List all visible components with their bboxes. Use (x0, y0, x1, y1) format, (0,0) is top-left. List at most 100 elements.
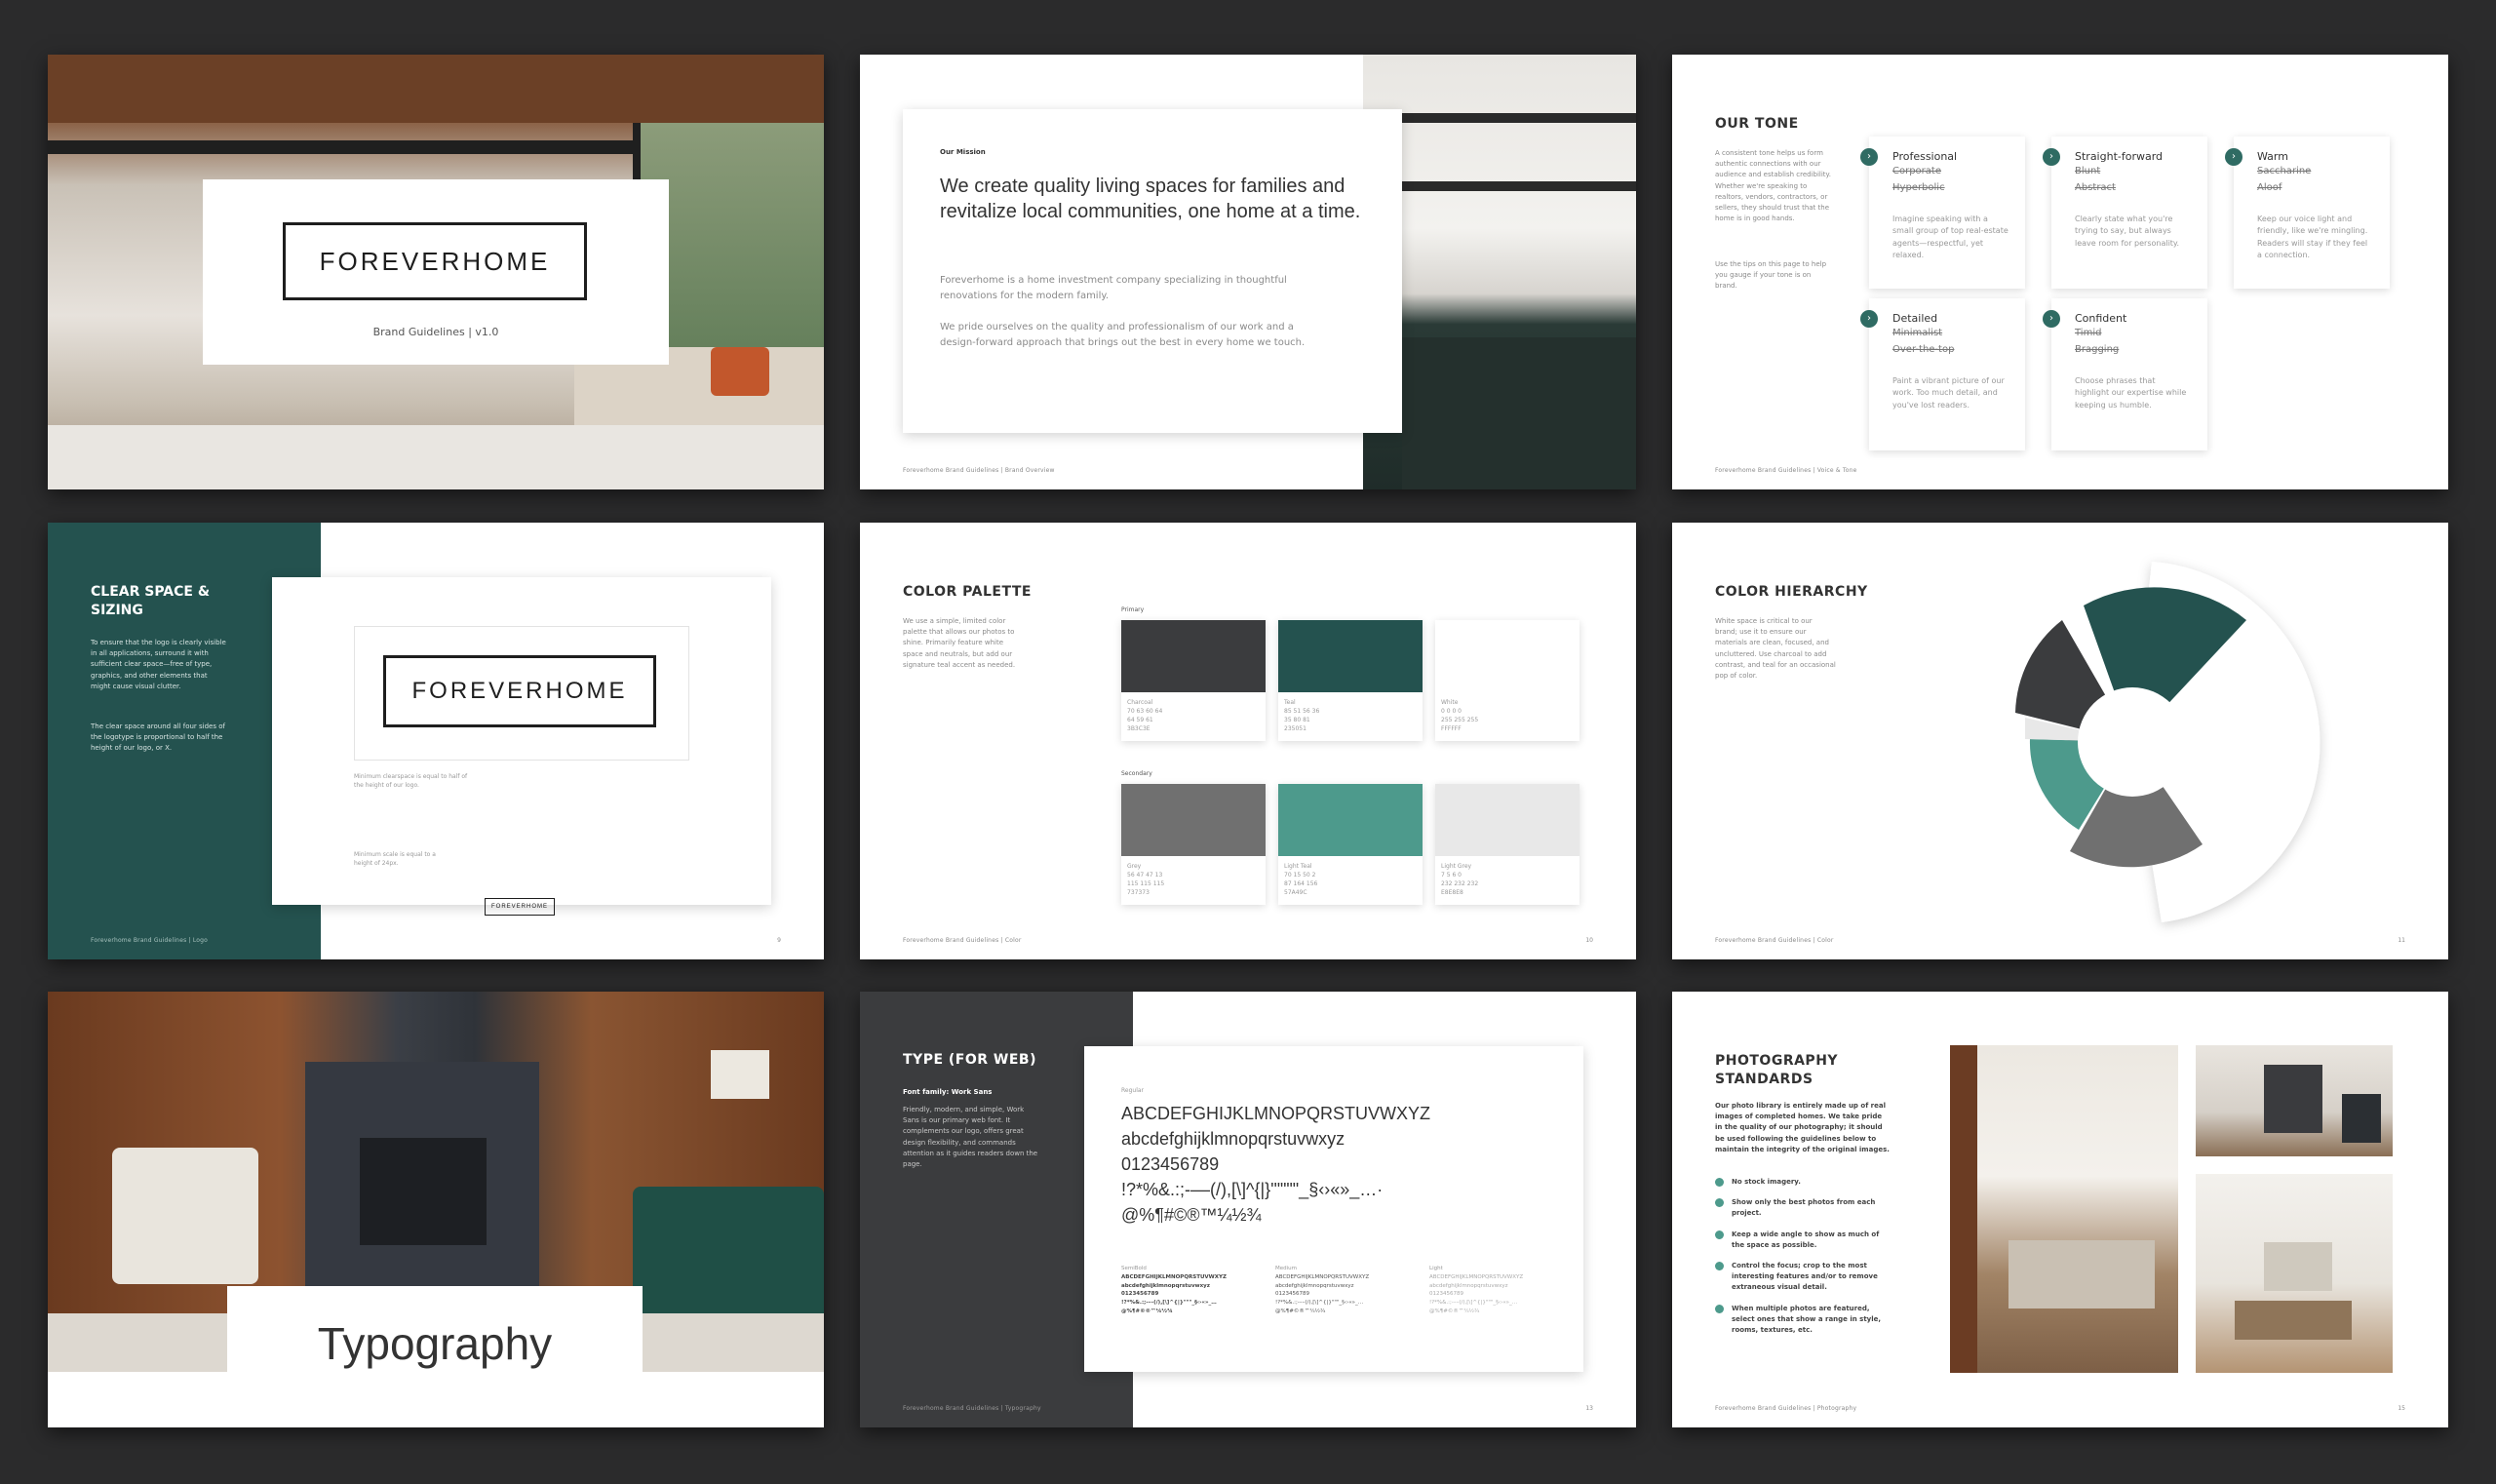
swatch-values: 255 255 255 (1441, 717, 1479, 723)
tone-strike: Blunt (2075, 166, 2101, 176)
list-item: When multiple photos are featured, selec… (1715, 1304, 1891, 1337)
section-title: TYPE (FOR WEB) (903, 1052, 1036, 1068)
swatch-values: 0 0 0 0 (1441, 708, 1462, 715)
rule-text: Show only the best photos from each proj… (1732, 1198, 1876, 1218)
swatch-values: 56 47 47 13 (1127, 872, 1163, 879)
weight-light: Light ABCDEFGHIJKLMNOPQRSTUVWXYZ abcdefg… (1429, 1265, 1576, 1316)
tone-card-professional: › Professional Corporate Hyperbolic Imag… (1860, 137, 2025, 289)
weight-symbols: !?*%&.:;-––(/),[\]^{|}"""_§‹›«»_… (1429, 1300, 1518, 1307)
bullet-icon (1715, 1198, 1724, 1208)
swatch-color (1121, 620, 1266, 692)
swatch-values: 7 5 6 0 (1441, 872, 1462, 879)
page-number: 11 (2398, 937, 2405, 944)
bullet-icon (1715, 1261, 1724, 1270)
firebox (360, 1138, 487, 1245)
swatch-name: Light Teal (1284, 863, 1312, 870)
kitchen-dining-photo (2196, 1174, 2393, 1373)
swatch-light-grey: Light Grey 7 5 6 0 232 232 232 E8E8E8 (1435, 784, 1580, 905)
weight-digits: 0123456789 (1275, 1291, 1309, 1298)
swatch-values: 115 115 115 (1127, 880, 1165, 887)
swatch-values: 70 63 60 64 (1127, 708, 1163, 715)
arrow-icon: › (2225, 148, 2242, 166)
section-title: PHOTOGRAPHY STANDARDS (1715, 1053, 1839, 1087)
list-item: Show only the best photos from each proj… (1715, 1197, 1891, 1219)
swatch-values: 64 59 61 (1127, 717, 1153, 723)
rule-text: No stock imagery. (1732, 1178, 1801, 1186)
slide-tone[interactable]: OUR TONE A consistent tone helps us form… (1672, 55, 2448, 489)
tone-strike: Bragging (2075, 344, 2120, 355)
table (2235, 1301, 2352, 1340)
footer: Foreverhome Brand Guidelines | Photograp… (1715, 1405, 1857, 1412)
page-number: 13 (1585, 1405, 1593, 1412)
wheel-center (2078, 687, 2187, 797)
slide-hierarchy[interactable]: COLOR HIERARCHY White space is critical … (1672, 523, 2448, 959)
font-family-label: Font family: Work Sans (903, 1088, 993, 1096)
clearspace-note-1: Minimum clearspace is equal to half of t… (354, 773, 468, 789)
cover-card: FOREVERHOME Brand Guidelines | v1.0 (203, 179, 669, 365)
cover-logo: FOREVERHOME (283, 222, 587, 300)
pillow (711, 347, 769, 396)
list-item: Control the focus; crop to the most inte… (1715, 1261, 1891, 1294)
swatch-color (1435, 784, 1580, 856)
weight-label: SemiBold (1121, 1266, 1147, 1271)
slide-typography-cover[interactable]: Typography (48, 992, 824, 1427)
armchair (112, 1148, 258, 1284)
doorway (2264, 1242, 2332, 1291)
swatch-values: 70 15 50 2 (1284, 872, 1316, 879)
swatch-color (1278, 784, 1423, 856)
swatch-grey: Grey 56 47 47 13 115 115 115 737373 (1121, 784, 1266, 905)
weight-digits: 0123456789 (1121, 1291, 1159, 1298)
mission-label: Our Mission (940, 148, 986, 156)
weight-digits: 0123456789 (1429, 1291, 1463, 1298)
cabinets (1402, 337, 1636, 489)
palette-intro: We use a simple, limited color palette t… (903, 617, 1016, 669)
mission-card: Our Mission We create quality living spa… (903, 109, 1402, 433)
arrow-icon: › (1860, 310, 1878, 328)
clearspace-para-1: To ensure that the logo is clearly visib… (91, 639, 226, 690)
swatch-values: 85 51 56 36 (1284, 708, 1320, 715)
fireplace-photo (2196, 1045, 2393, 1156)
weight-upper: ABCDEFGHIJKLMNOPQRSTUVWXYZ (1121, 1273, 1227, 1280)
bullet-icon (1715, 1178, 1724, 1187)
swatch-color (1435, 620, 1580, 692)
bullet-icon (1715, 1230, 1724, 1239)
weight-symbols: @%¶#©®™¼½¾ (1121, 1308, 1173, 1314)
slide-mission[interactable]: Our Mission We create quality living spa… (860, 55, 1636, 489)
shelf (1402, 181, 1636, 191)
slide-clearspace[interactable]: CLEAR SPACE & SIZING To ensure that the … (48, 523, 824, 959)
wood-column (1950, 1045, 1977, 1373)
swatch-color (1121, 784, 1266, 856)
section-title: CLEAR SPACE & SIZING (91, 584, 211, 618)
swatch-name: Grey (1127, 863, 1142, 870)
swatch-charcoal: Charcoal 70 63 60 64 64 59 61 3B3C3E (1121, 620, 1266, 741)
slide-cover[interactable]: FOREVERHOME Brand Guidelines | v1.0 (48, 55, 824, 489)
slide-palette[interactable]: COLOR PALETTE We use a simple, limited c… (860, 523, 1636, 959)
regular-label: Regular (1121, 1087, 1145, 1094)
clearspace-para-2: The clear space around all four sides of… (91, 722, 225, 753)
rule-text: Control the focus; crop to the most inte… (1732, 1261, 1878, 1292)
hierarchy-intro: White space is critical to our brand; us… (1715, 617, 1836, 680)
dining-room-photo (1950, 1045, 2178, 1373)
type-specimen-card: Regular ABCDEFGHIJKLMNOPQRSTUVWXYZ abcde… (1084, 1046, 1583, 1372)
lamp (711, 1050, 769, 1099)
tone-strike: Minimalist (1892, 328, 1943, 338)
color-hierarchy-wheel (2015, 562, 2320, 922)
tone-strike: Abstract (2075, 182, 2116, 193)
shelf (1402, 113, 1636, 123)
swatch-values: 87 164 156 (1284, 880, 1318, 887)
page-number: 10 (1585, 937, 1593, 944)
section-title: COLOR HIERARCHY (1715, 584, 1868, 600)
small-logo: FOREVERHOME (485, 898, 555, 916)
slide-photography[interactable]: PHOTOGRAPHY STANDARDS Our photo library … (1672, 992, 2448, 1427)
tone-card-straight-forward: › Straight-forward Blunt Abstract Clearl… (2043, 137, 2207, 289)
tone-desc: Imagine speaking with a small group of t… (1892, 215, 2008, 260)
swatch-name: Teal (1284, 699, 1296, 706)
slide-type-web[interactable]: TYPE (FOR WEB) Font family: Work Sans Fr… (860, 992, 1636, 1427)
mission-para-1: Foreverhome is a home investment company… (940, 275, 1287, 301)
footer: Foreverhome Brand Guidelines | Brand Ove… (903, 467, 1055, 474)
weight-symbols: !?*%&.:;-––(/),[\]^{|}"""_§‹›«»_… (1275, 1300, 1364, 1307)
swatch-white: White 0 0 0 0 255 255 255 FFFFFF (1435, 620, 1580, 741)
secondary-label: Secondary (1121, 770, 1152, 777)
tone-heading: Warm (2257, 150, 2288, 163)
wood-ceiling (48, 55, 824, 123)
